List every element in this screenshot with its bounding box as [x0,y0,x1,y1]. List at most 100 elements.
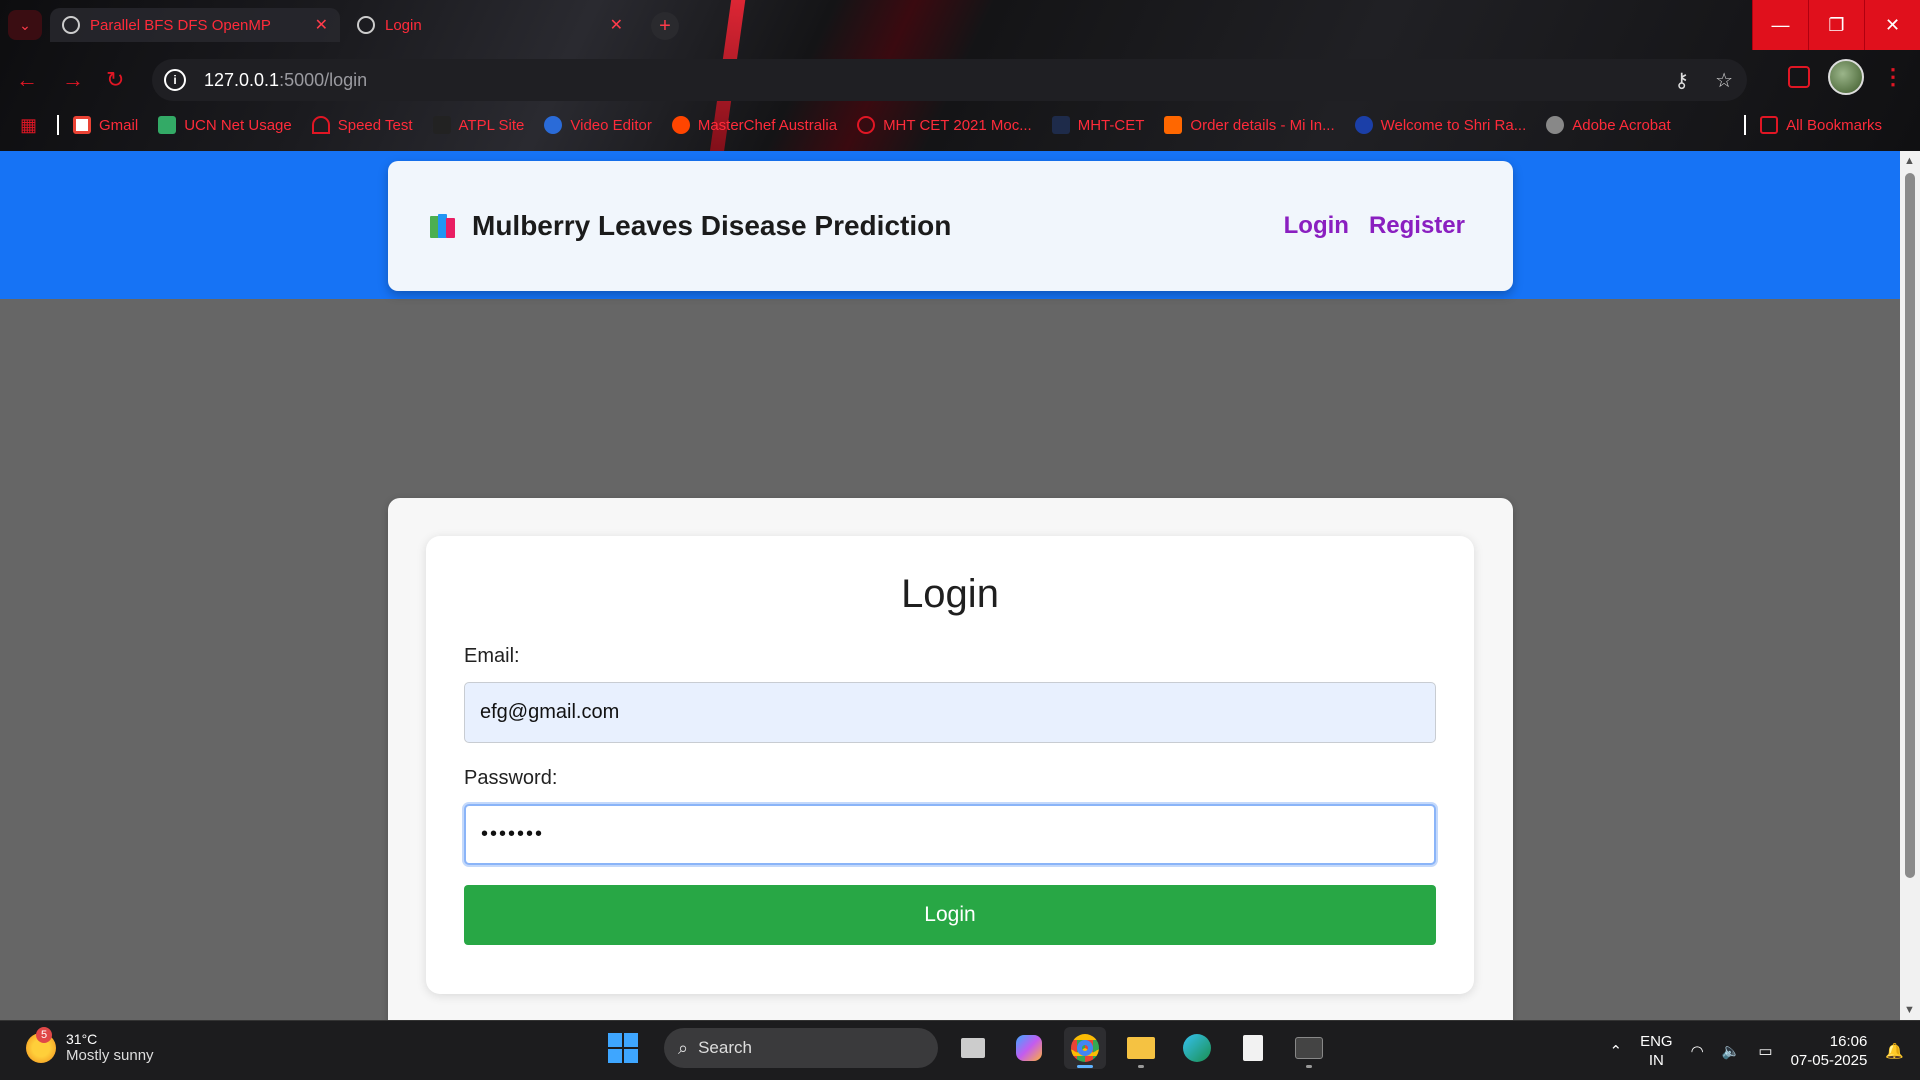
email-value: efg@gmail.com [480,701,620,723]
mi-icon [1164,116,1183,134]
page-viewport: Mulberry Leaves Disease Prediction Login… [0,151,1900,1020]
bookmark-label: Video Editor [570,116,652,134]
gmail-icon [73,116,92,134]
bookmark-label: Welcome to Shri Ra... [1380,116,1527,134]
bookmark-label: MasterChef Australia [697,116,838,134]
terminal-icon[interactable] [1288,1027,1330,1069]
bookmarks-bar: ▦ Gmail UCN Net Usage Speed Test ATPL Si… [0,110,1920,140]
windows-start-icon[interactable] [608,1033,638,1063]
site-icon [857,116,876,134]
site-icon [432,116,451,134]
scroll-down-icon[interactable]: ▼ [1904,1004,1915,1016]
speedometer-icon [311,116,330,134]
bookmark-label: Gmail [99,116,139,134]
task-view-icon[interactable] [952,1027,994,1069]
tab-login[interactable]: Login ✕ [345,8,635,42]
nav-register-link[interactable]: Register [1369,212,1465,240]
bookmark-adobe[interactable]: Adobe Acrobat [1546,116,1671,134]
scroll-up-icon[interactable]: ▲ [1904,155,1915,167]
close-window-button[interactable]: ✕ [1864,0,1920,50]
bookmark-label: Order details - Mi In... [1190,116,1335,134]
bookmark-atpl[interactable]: ATPL Site [432,116,524,134]
wifi-icon[interactable]: ◠ [1691,1042,1704,1060]
new-tab-button[interactable]: + [651,12,679,40]
more-menu-icon[interactable]: ⋮ [1882,64,1904,90]
reddit-icon [671,116,690,134]
chrome-icon[interactable] [1064,1027,1106,1069]
windows-taskbar: 5 31°C Mostly sunny ⌕ Search ⌃ ENG IN ◠ 🔈… [0,1020,1920,1080]
bookmark-mht-cet-mock[interactable]: MHT CET 2021 Moc... [857,116,1032,134]
email-field[interactable]: efg@gmail.com [464,682,1436,743]
info-icon[interactable]: i [164,69,186,91]
apps-grid-icon[interactable]: ▦ [20,115,37,136]
back-arrow-icon[interactable]: ← [16,67,38,93]
tab-parallel-bfs[interactable]: Parallel BFS DFS OpenMP ✕ [50,8,340,42]
profile-avatar[interactable] [1828,59,1864,95]
weather-widget[interactable]: 5 31°C Mostly sunny [26,1026,154,1064]
bookmark-label: Adobe Acrobat [1572,116,1671,134]
bookmark-separator [1744,115,1747,135]
network-icon [158,116,177,134]
login-submit-button[interactable]: Login [464,885,1436,945]
key-icon[interactable]: ⚷ [1674,68,1689,93]
password-field[interactable]: ••••••• [464,804,1436,865]
star-icon[interactable]: ☆ [1715,68,1733,93]
all-bookmarks[interactable]: All Bookmarks [1738,115,1882,135]
scrollbar-thumb[interactable] [1905,173,1915,878]
copilot-icon[interactable] [1008,1027,1050,1069]
language-indicator[interactable]: ENG IN [1640,1032,1673,1070]
minimize-button[interactable]: — [1752,0,1808,50]
header-card: Mulberry Leaves Disease Prediction Login… [388,161,1513,291]
temperature: 31°C [66,1031,98,1047]
bookmark-mi-order[interactable]: Order details - Mi In... [1164,116,1335,134]
bookmark-gmail[interactable]: Gmail [73,116,138,134]
extension-icon[interactable] [1788,66,1810,88]
battery-icon[interactable]: ▭ [1758,1042,1772,1060]
address-bar[interactable]: i 127.0.0.1:5000/login ⚷ ☆ [152,59,1747,101]
notification-bell-icon[interactable]: 🔔 [1885,1042,1904,1060]
globe-icon [1546,116,1565,134]
file-explorer-icon[interactable] [1120,1027,1162,1069]
url-host: 127.0.0.1 [204,69,280,90]
nav-login-link[interactable]: Login [1284,212,1349,240]
taskbar-apps: ⌕ Search [608,1027,1330,1069]
folder-icon [1760,116,1779,134]
page-scrollbar[interactable]: ▲ ▼ [1900,151,1920,1020]
globe-icon [357,16,375,34]
bookmark-label: All Bookmarks [1786,116,1882,134]
bookmark-mht-cet[interactable]: MHT-CET [1051,116,1144,134]
close-icon[interactable]: ✕ [610,15,623,35]
weather-badge: 5 [36,1026,52,1043]
restore-button[interactable]: ❐ [1808,0,1864,50]
browser-toolbar: ← → ↻ i 127.0.0.1:5000/login ⚷ ☆ ⋮ [0,55,1920,103]
tab-search-button[interactable]: ⌄ [8,10,42,40]
chevron-up-icon[interactable]: ⌃ [1610,1042,1623,1060]
login-heading: Login [901,572,999,616]
bookmark-masterchef[interactable]: MasterChef Australia [671,116,838,134]
browser-chrome: ⌄ Parallel BFS DFS OpenMP ✕ Login ✕ + — … [0,0,1920,151]
volume-icon[interactable]: 🔈 [1722,1042,1741,1060]
bookmark-shri-ra[interactable]: Welcome to Shri Ra... [1354,116,1527,134]
clock[interactable]: 16:06 07-05-2025 [1791,1032,1868,1070]
bookmark-video-editor[interactable]: Video Editor [544,116,652,134]
bookmark-separator [57,115,60,135]
reload-icon[interactable]: ↻ [106,67,124,93]
edge-icon[interactable] [1176,1027,1218,1069]
clock-date: 07-05-2025 [1790,1052,1868,1069]
sun-icon: 5 [26,1026,56,1063]
brand-title: Mulberry Leaves Disease Prediction [472,210,952,241]
bookmark-speedtest[interactable]: Speed Test [311,116,413,134]
search-icon: ⌕ [678,1037,689,1058]
bookmark-ucn[interactable]: UCN Net Usage [158,116,292,134]
url-path: :5000/login [279,69,368,90]
tab-bar: ⌄ Parallel BFS DFS OpenMP ✕ Login ✕ + — … [0,0,1920,50]
notepad-icon[interactable] [1232,1027,1274,1069]
taskbar-search[interactable]: ⌕ Search [664,1028,938,1068]
bookmark-label: MHT CET 2021 Moc... [883,116,1032,134]
email-label: Email: [464,645,520,667]
clock-time: 16:06 [1829,1033,1868,1050]
window-controls: — ❐ ✕ [1752,0,1920,50]
lang-code: ENG [1640,1033,1673,1050]
forward-arrow-icon[interactable]: → [62,67,84,93]
close-icon[interactable]: ✕ [315,15,328,35]
